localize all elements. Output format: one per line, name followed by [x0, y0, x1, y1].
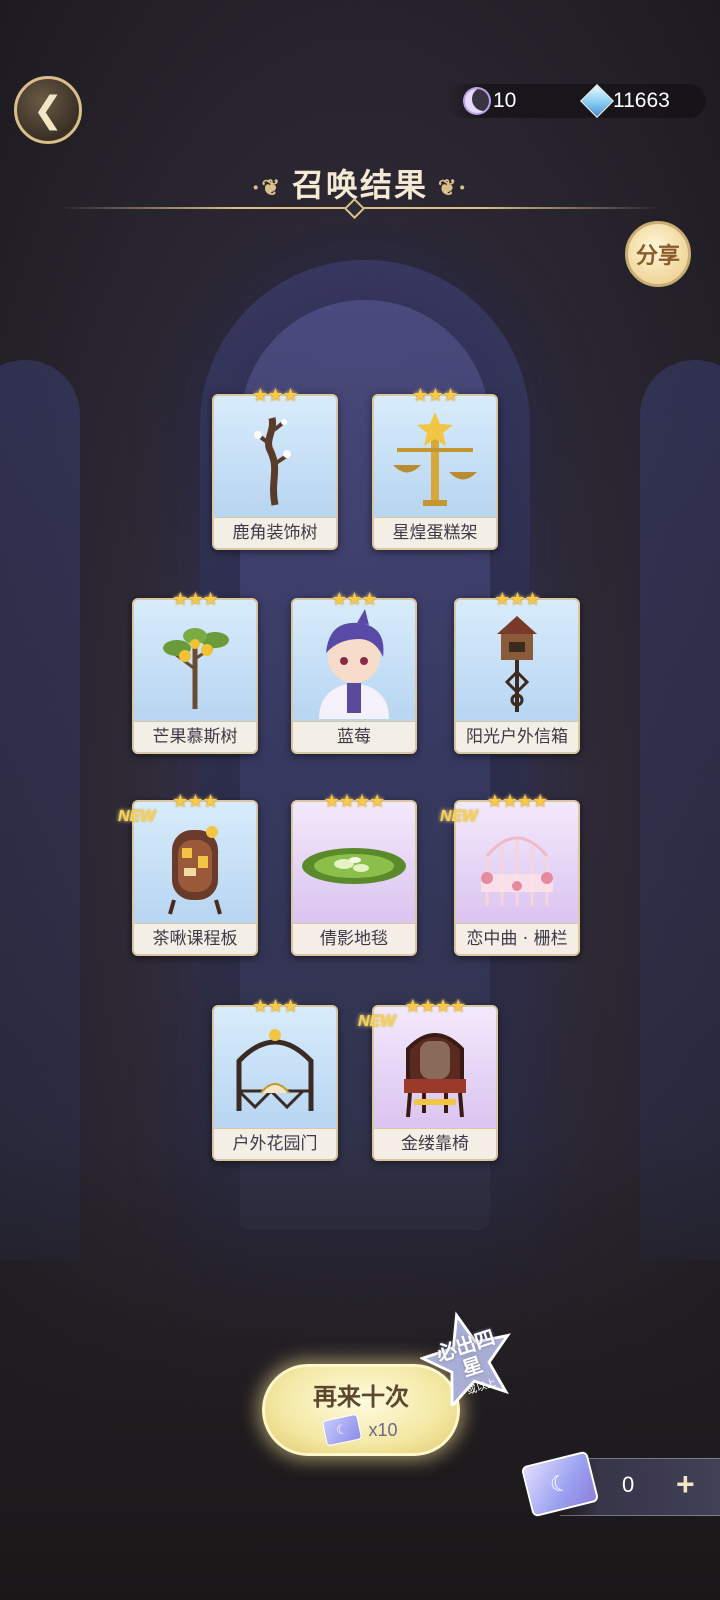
card-rarity-stars: ★★★★ [323, 791, 386, 812]
rug-icon [293, 812, 415, 920]
schedule-board-icon [134, 812, 256, 920]
background-pillar-left [0, 360, 80, 1260]
garden-gate-icon [214, 1017, 336, 1125]
card-rarity-stars: ★★★ [172, 589, 218, 610]
back-button[interactable]: ❮ [14, 76, 82, 144]
card-rarity-stars: ★★★ [252, 996, 298, 1017]
moon-icon [465, 89, 489, 113]
add-ticket-button[interactable]: + [676, 1466, 695, 1503]
card-rarity-stars: ★★★ [331, 589, 377, 610]
summon-result-card[interactable]: ★★★ NEW 茶啾课程板 [118, 791, 258, 956]
card-rarity-stars: ★★★ [412, 385, 458, 406]
summon-result-card[interactable]: ★★★★ NEW 恋中曲 · 栅栏 [440, 791, 580, 956]
gem-currency: 11663 [580, 84, 670, 118]
summon-result-card[interactable]: ★★★ 星煌蛋糕架 [372, 385, 498, 550]
summon-result-card[interactable]: ★★★ 鹿角装饰树 [212, 385, 338, 550]
summon-result-card[interactable]: ★★★ 阳光户外信箱 [454, 589, 580, 754]
ticket-icon: ☾ [322, 1413, 363, 1447]
moon-currency-value: 10 [493, 89, 517, 112]
gem-icon [580, 84, 614, 118]
ticket-count: 0 [622, 1472, 635, 1497]
summon-result-card[interactable]: ★★★ 芒果慕斯树 [132, 589, 258, 754]
summon-result-card[interactable]: ★★★ 户外花园门 [212, 996, 338, 1161]
summon-result-card[interactable]: ★★★★ 倩影地毯 [291, 791, 417, 956]
card-item-name: 星煌蛋糕架 [374, 517, 496, 548]
card-item-name: 倩影地毯 [293, 923, 415, 954]
summon-result-card[interactable]: ★★★★ NEW 金缕靠椅 [358, 996, 498, 1161]
title-ornament-left-icon: ·❦ [251, 174, 282, 201]
character-portrait-icon [293, 609, 415, 719]
summon-cost: ☾ x10 [265, 1413, 457, 1447]
card-item-name: 蓝莓 [293, 721, 415, 752]
summon-cost-value: x10 [368, 1419, 398, 1440]
card-rarity-stars: ★★★ [494, 589, 540, 610]
gem-currency-value: 11663 [613, 89, 670, 112]
page-title: ·❦ 召唤结果 ❦· [0, 160, 720, 206]
title-ornament-right-icon: ❦· [438, 174, 469, 201]
back-arrow-icon: ❮ [32, 89, 64, 131]
card-item-name: 芒果慕斯树 [134, 721, 256, 752]
moon-currency: 10 [465, 84, 516, 118]
share-button-label: 分享 [635, 244, 680, 269]
share-button[interactable]: 分享 [625, 221, 691, 287]
card-item-name: 金缕靠椅 [374, 1128, 496, 1159]
card-item-name: 恋中曲 · 栅栏 [456, 923, 578, 954]
star-cake-stand-icon [374, 406, 496, 514]
card-item-name: 茶啾课程板 [134, 923, 256, 954]
card-item-name: 阳光户外信箱 [456, 721, 578, 752]
background-pillar-right [640, 360, 720, 1260]
card-item-name: 户外花园门 [214, 1128, 336, 1159]
summon-result-card[interactable]: ★★★ 蓝莓 [291, 589, 417, 754]
fence-icon [456, 812, 578, 920]
card-item-name: 鹿角装饰树 [214, 517, 336, 548]
mango-tree-icon [134, 610, 256, 718]
page-title-text: 召唤结果 [291, 166, 428, 204]
mailbox-icon [456, 610, 578, 718]
armchair-icon [374, 1017, 496, 1125]
antler-tree-icon [214, 406, 336, 514]
card-rarity-stars: ★★★ [252, 385, 298, 406]
